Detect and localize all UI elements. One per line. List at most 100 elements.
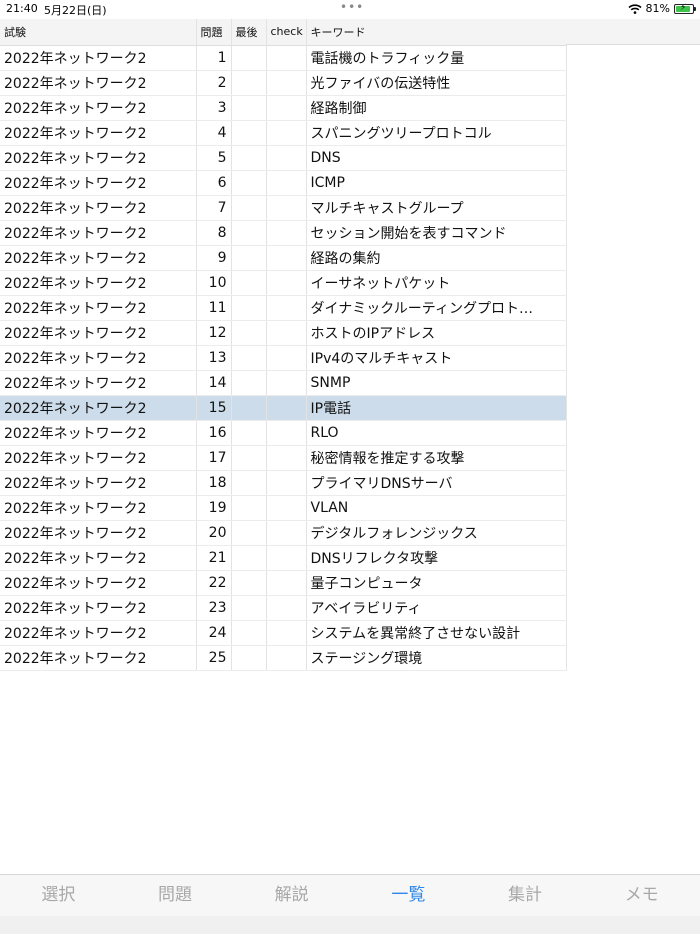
cell-exam: 2022年ネットワーク2 <box>0 395 197 421</box>
cell-exam: 2022年ネットワーク2 <box>0 470 197 496</box>
tab-list[interactable]: 一覧 <box>350 875 467 916</box>
question-table: 試験 問題 最後 check キーワード 2022年ネットワーク2 1 電話機のトラ… <box>0 19 567 671</box>
table-row[interactable]: 2022年ネットワーク2 22 量子コンピュータ <box>0 570 567 596</box>
cell-check <box>266 345 307 371</box>
cell-keyword: 経路制御 <box>306 95 567 121</box>
cell-last <box>231 145 267 171</box>
cell-question-number: 6 <box>196 170 232 196</box>
table-row[interactable]: 2022年ネットワーク2 12 ホストのIPアドレス <box>0 320 567 346</box>
table-row[interactable]: 2022年ネットワーク2 18 プライマリDNSサーバ <box>0 470 567 496</box>
cell-exam: 2022年ネットワーク2 <box>0 620 197 646</box>
tab-memo[interactable]: メモ <box>583 875 700 916</box>
tab-explanation[interactable]: 解説 <box>233 875 350 916</box>
table-row[interactable]: 2022年ネットワーク2 17 秘密情報を推定する攻撃 <box>0 445 567 471</box>
cell-exam: 2022年ネットワーク2 <box>0 595 197 621</box>
table-row[interactable]: 2022年ネットワーク2 23 アベイラビリティ <box>0 595 567 621</box>
cell-exam: 2022年ネットワーク2 <box>0 645 197 671</box>
table-row[interactable]: 2022年ネットワーク2 8 セッション開始を表すコマンド <box>0 220 567 246</box>
cell-question-number: 15 <box>196 395 232 421</box>
table-row[interactable]: 2022年ネットワーク2 21 DNSリフレクタ攻撃 <box>0 545 567 571</box>
table-row[interactable]: 2022年ネットワーク2 1 電話機のトラフィック量 <box>0 45 567 71</box>
table-row[interactable]: 2022年ネットワーク2 25 ステージング環境 <box>0 645 567 671</box>
cell-keyword: RLO <box>306 420 567 446</box>
cell-check <box>266 95 307 121</box>
cell-check <box>266 320 307 346</box>
table-row[interactable]: 2022年ネットワーク2 19 VLAN <box>0 495 567 521</box>
table-row[interactable]: 2022年ネットワーク2 10 イーサネットパケット <box>0 270 567 296</box>
wifi-icon <box>628 3 642 14</box>
cell-exam: 2022年ネットワーク2 <box>0 295 197 321</box>
status-right: 81% ⚡ <box>628 2 696 15</box>
table-row[interactable]: 2022年ネットワーク2 3 経路制御 <box>0 95 567 121</box>
cell-keyword: 経路の集約 <box>306 245 567 271</box>
cell-question-number: 21 <box>196 545 232 571</box>
table-row[interactable]: 2022年ネットワーク2 6 ICMP <box>0 170 567 196</box>
cell-exam: 2022年ネットワーク2 <box>0 545 197 571</box>
cell-check <box>266 195 307 221</box>
cell-last <box>231 295 267 321</box>
header-exam[interactable]: 試験 <box>0 19 197 46</box>
cell-keyword: ICMP <box>306 170 567 196</box>
table-row[interactable]: 2022年ネットワーク2 4 スパニングツリープロトコル <box>0 120 567 146</box>
cell-question-number: 5 <box>196 145 232 171</box>
cell-question-number: 1 <box>196 45 232 71</box>
table-row[interactable]: 2022年ネットワーク2 14 SNMP <box>0 370 567 396</box>
cell-exam: 2022年ネットワーク2 <box>0 495 197 521</box>
cell-exam: 2022年ネットワーク2 <box>0 45 197 71</box>
header-keyword[interactable]: キーワード <box>306 19 567 46</box>
header-question[interactable]: 問題 <box>196 19 232 46</box>
cell-question-number: 2 <box>196 70 232 96</box>
cell-question-number: 9 <box>196 245 232 271</box>
cell-keyword: スパニングツリープロトコル <box>306 120 567 146</box>
cell-keyword: ホストのIPアドレス <box>306 320 567 346</box>
cell-keyword: ダイナミックルーティングプロト… <box>306 295 567 321</box>
header-last[interactable]: 最後 <box>231 19 267 46</box>
battery-icon: ⚡ <box>674 3 696 14</box>
cell-last <box>231 445 267 471</box>
table-row[interactable]: 2022年ネットワーク2 11 ダイナミックルーティングプロト… <box>0 295 567 321</box>
cell-question-number: 12 <box>196 320 232 346</box>
cell-check <box>266 595 307 621</box>
cell-last <box>231 270 267 296</box>
cell-keyword: デジタルフォレンジックス <box>306 520 567 546</box>
cell-keyword: マルチキャストグループ <box>306 195 567 221</box>
cell-last <box>231 70 267 96</box>
cell-last <box>231 170 267 196</box>
cell-question-number: 22 <box>196 570 232 596</box>
table-row[interactable]: 2022年ネットワーク2 20 デジタルフォレンジックス <box>0 520 567 546</box>
cell-question-number: 23 <box>196 595 232 621</box>
cell-keyword: 光ファイバの伝送特性 <box>306 70 567 96</box>
cell-keyword: アベイラビリティ <box>306 595 567 621</box>
table-row[interactable]: 2022年ネットワーク2 13 IPv4のマルチキャスト <box>0 345 567 371</box>
table-row[interactable]: 2022年ネットワーク2 2 光ファイバの伝送特性 <box>0 70 567 96</box>
cell-check <box>266 220 307 246</box>
cell-question-number: 7 <box>196 195 232 221</box>
cell-exam: 2022年ネットワーク2 <box>0 120 197 146</box>
cell-exam: 2022年ネットワーク2 <box>0 170 197 196</box>
table-row[interactable]: 2022年ネットワーク2 24 システムを異常終了させない設計 <box>0 620 567 646</box>
cell-exam: 2022年ネットワーク2 <box>0 445 197 471</box>
tab-select[interactable]: 選択 <box>0 875 117 916</box>
cell-keyword: システムを異常終了させない設計 <box>306 620 567 646</box>
cell-exam: 2022年ネットワーク2 <box>0 370 197 396</box>
cell-keyword: 秘密情報を推定する攻撃 <box>306 445 567 471</box>
table-row[interactable]: 2022年ネットワーク2 9 経路の集約 <box>0 245 567 271</box>
tab-question[interactable]: 問題 <box>117 875 234 916</box>
header-check[interactable]: check <box>266 19 307 46</box>
cell-question-number: 19 <box>196 495 232 521</box>
cell-check <box>266 120 307 146</box>
cell-check <box>266 395 307 421</box>
table-row[interactable]: 2022年ネットワーク2 15 IP電話 <box>0 395 567 421</box>
cell-question-number: 13 <box>196 345 232 371</box>
table-row[interactable]: 2022年ネットワーク2 16 RLO <box>0 420 567 446</box>
cell-check <box>266 645 307 671</box>
cell-question-number: 18 <box>196 470 232 496</box>
multitasking-dots-icon[interactable]: ••• <box>340 0 364 14</box>
cell-question-number: 4 <box>196 120 232 146</box>
tab-summary[interactable]: 集計 <box>467 875 584 916</box>
table-row[interactable]: 2022年ネットワーク2 7 マルチキャストグループ <box>0 195 567 221</box>
home-indicator-area <box>0 916 700 934</box>
cell-check <box>266 145 307 171</box>
header-filler <box>566 19 700 45</box>
table-row[interactable]: 2022年ネットワーク2 5 DNS <box>0 145 567 171</box>
